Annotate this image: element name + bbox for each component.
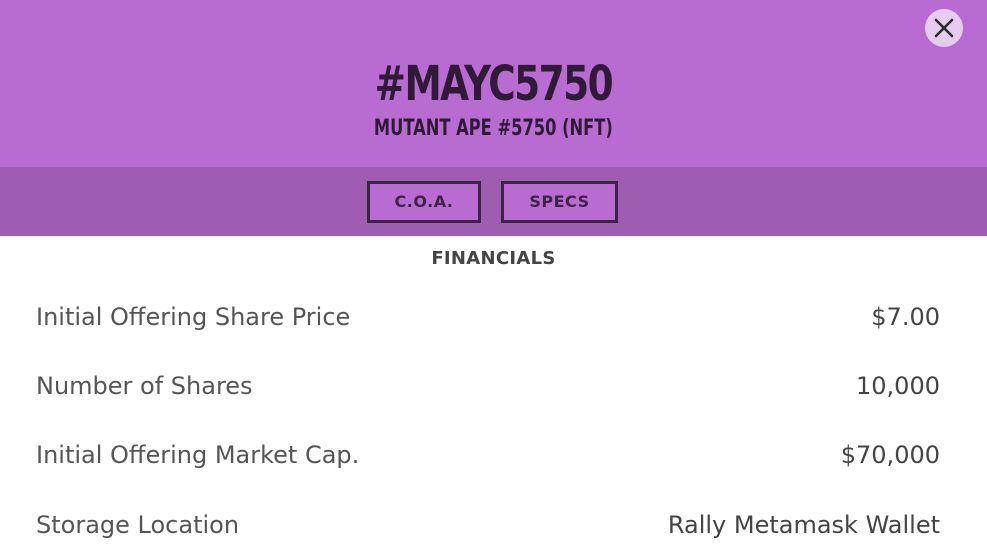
modal-header: #MAYC5750 MUTANT APE #5750 (NFT) bbox=[0, 0, 987, 167]
close-icon bbox=[934, 18, 954, 38]
close-button[interactable] bbox=[925, 9, 963, 47]
row-label: Storage Location bbox=[36, 511, 240, 539]
row-label: Number of Shares bbox=[36, 372, 253, 400]
asset-subtitle: MUTANT APE #5750 (NFT) bbox=[373, 116, 613, 141]
financials-row: Storage Location Rally Metamask Wallet bbox=[36, 508, 940, 542]
tabs-bar: C.O.A. SPECS bbox=[0, 167, 987, 236]
row-value: $7.00 bbox=[871, 303, 940, 331]
tab-coa[interactable]: C.O.A. bbox=[367, 181, 481, 223]
row-value: Rally Metamask Wallet bbox=[667, 511, 940, 539]
row-label: Initial Offering Market Cap. bbox=[36, 441, 360, 469]
row-value: 10,000 bbox=[856, 372, 940, 400]
financials-row: Initial Offering Share Price $7.00 bbox=[36, 300, 940, 334]
financials-heading: FINANCIALS bbox=[431, 248, 556, 269]
financials-row: Number of Shares 10,000 bbox=[36, 369, 940, 403]
asset-title: #MAYC5750 bbox=[374, 56, 614, 112]
row-value: $70,000 bbox=[840, 441, 940, 469]
row-label: Initial Offering Share Price bbox=[36, 303, 351, 331]
financials-row: Initial Offering Market Cap. $70,000 bbox=[36, 438, 940, 472]
tab-specs[interactable]: SPECS bbox=[501, 181, 618, 223]
asset-details-modal: #MAYC5750 MUTANT APE #5750 (NFT) C.O.A. … bbox=[0, 0, 987, 545]
